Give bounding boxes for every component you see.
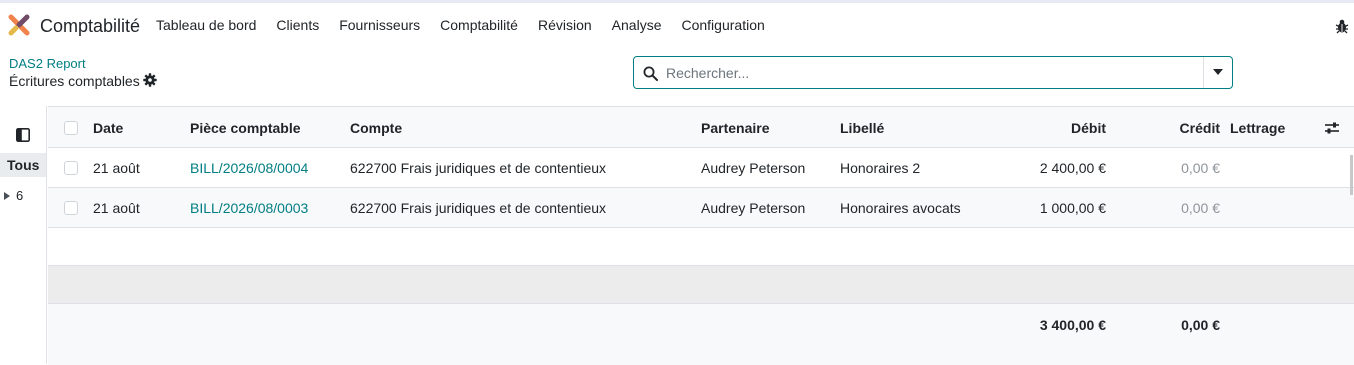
cell-label: Honoraires 2 bbox=[840, 160, 921, 176]
accounting-app-icon[interactable] bbox=[8, 14, 30, 36]
table-header-row: Date Pièce comptable Compte Partenaire L… bbox=[48, 107, 1354, 148]
row-checkbox[interactable] bbox=[64, 161, 78, 175]
cell-partner: Audrey Peterson bbox=[701, 200, 806, 216]
menu-review[interactable]: Révision bbox=[528, 17, 602, 33]
page-title: Écritures comptables bbox=[9, 73, 140, 89]
side-group-label: 6 bbox=[16, 188, 24, 203]
search-icon bbox=[643, 66, 658, 81]
cell-credit: 0,00 € bbox=[1181, 160, 1220, 176]
table-footer-totals: 3 400,00 € 0,00 € bbox=[48, 304, 1354, 365]
cell-account: 622700 Frais juridiques et de contentieu… bbox=[350, 200, 607, 216]
cell-partner: Audrey Peterson bbox=[701, 160, 806, 176]
search-input[interactable] bbox=[666, 62, 1196, 84]
menu-accounting[interactable]: Comptabilité bbox=[430, 17, 528, 33]
empty-row bbox=[48, 266, 1354, 304]
side-filter-all[interactable]: Tous bbox=[0, 153, 46, 177]
menu-reporting[interactable]: Analyse bbox=[602, 17, 672, 33]
column-header-move[interactable]: Pièce comptable bbox=[190, 120, 301, 136]
column-header-matching[interactable]: Lettrage bbox=[1230, 120, 1285, 136]
total-credit: 0,00 € bbox=[1181, 317, 1220, 333]
journal-items-table: Date Pièce comptable Compte Partenaire L… bbox=[48, 106, 1354, 365]
cell-date: 21 août bbox=[93, 160, 140, 176]
empty-row bbox=[48, 228, 1354, 266]
app-name[interactable]: Comptabilité bbox=[40, 16, 140, 37]
bug-icon[interactable] bbox=[1334, 18, 1350, 34]
table-row[interactable]: 21 août BILL/2026/08/0004 622700 Frais j… bbox=[48, 148, 1354, 188]
main-navbar: Comptabilité Tableau de bord Clients Fou… bbox=[0, 3, 1354, 47]
cell-account: 622700 Frais juridiques et de contentieu… bbox=[350, 160, 607, 176]
cell-label: Honoraires avocats bbox=[840, 200, 961, 216]
cell-credit: 0,00 € bbox=[1181, 200, 1220, 216]
menu-dashboard[interactable]: Tableau de bord bbox=[146, 17, 266, 33]
top-menu: Tableau de bord Clients Fournisseurs Com… bbox=[146, 17, 775, 33]
panel-toggle-icon[interactable] bbox=[16, 128, 30, 142]
column-header-partner[interactable]: Partenaire bbox=[701, 120, 769, 136]
cell-debit: 2 400,00 € bbox=[1039, 160, 1106, 176]
cell-date: 21 août bbox=[93, 200, 140, 216]
side-panel: Tous 6 bbox=[0, 106, 47, 364]
caret-right-icon bbox=[4, 191, 10, 200]
search-options-toggle[interactable] bbox=[1204, 57, 1233, 88]
search-bar bbox=[633, 56, 1233, 89]
column-header-label[interactable]: Libellé bbox=[840, 120, 884, 136]
cell-debit: 1 000,00 € bbox=[1039, 200, 1106, 216]
gear-icon[interactable] bbox=[143, 73, 157, 87]
optional-columns-icon[interactable] bbox=[1324, 121, 1340, 135]
select-all-checkbox[interactable] bbox=[64, 121, 78, 135]
row-checkbox[interactable] bbox=[64, 201, 78, 215]
cell-move-link[interactable]: BILL/2026/08/0004 bbox=[190, 160, 308, 176]
column-header-credit[interactable]: Crédit bbox=[1120, 120, 1220, 136]
caret-down-icon bbox=[1213, 69, 1223, 75]
total-debit: 3 400,00 € bbox=[1039, 317, 1106, 333]
table-scrollbar[interactable] bbox=[1350, 155, 1353, 195]
menu-configuration[interactable]: Configuration bbox=[671, 17, 774, 33]
column-header-debit[interactable]: Débit bbox=[1006, 120, 1106, 136]
column-header-account[interactable]: Compte bbox=[350, 120, 402, 136]
menu-customers[interactable]: Clients bbox=[266, 17, 329, 33]
column-header-date[interactable]: Date bbox=[93, 120, 123, 136]
menu-vendors[interactable]: Fournisseurs bbox=[329, 17, 430, 33]
table-row[interactable]: 21 août BILL/2026/08/0003 622700 Frais j… bbox=[48, 188, 1354, 228]
cell-move-link[interactable]: BILL/2026/08/0003 bbox=[190, 200, 308, 216]
side-group-item[interactable]: 6 bbox=[4, 188, 23, 203]
breadcrumb-das2-report[interactable]: DAS2 Report bbox=[9, 56, 86, 71]
